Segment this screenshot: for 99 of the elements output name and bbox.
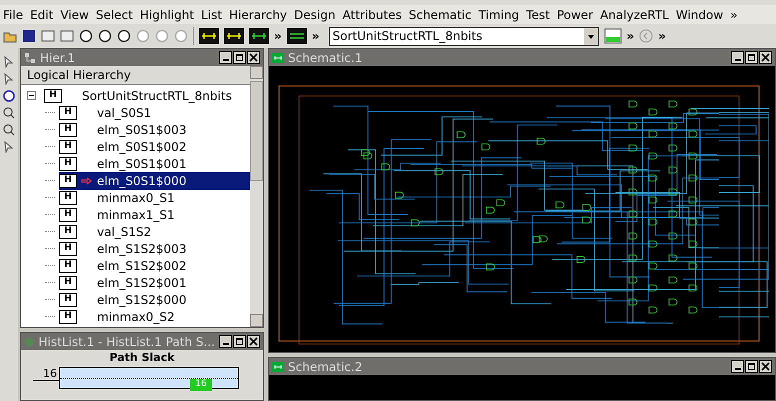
menu-item[interactable]: Window	[676, 6, 724, 24]
maximize-button[interactable]	[745, 360, 758, 373]
hierarchy-badge: H	[59, 310, 77, 324]
chart-icon[interactable]	[604, 28, 622, 44]
tree-item-label: elm_S0S1$003	[97, 122, 186, 138]
scrollbar[interactable]	[250, 66, 263, 327]
hierarchy-badge: H	[44, 88, 62, 102]
minimize-button[interactable]	[219, 51, 232, 64]
tree-item[interactable]: H elm_S1S2$000	[59, 290, 250, 308]
hierarchy-badge: H	[59, 224, 77, 238]
tree-item[interactable]: H minmax0_S2	[59, 308, 250, 325]
tree-item-label: elm_S0S1$002	[97, 138, 186, 156]
tree-item-label: elm_S0S1$000	[97, 172, 186, 190]
tree-item[interactable]: H elm_S0S1$003	[59, 120, 250, 138]
tree-item[interactable]: H elm_S1S2$001	[59, 274, 250, 292]
menu-item[interactable]: Highlight	[140, 6, 194, 24]
schematic-view-icon[interactable]	[249, 28, 269, 44]
save-icon[interactable]	[22, 29, 36, 43]
hierarchy-badge: H	[59, 208, 77, 222]
tree-item[interactable]: H elm_S0S1$000	[59, 172, 250, 190]
panel-title: HistList.1 - HistList.1 Path S...	[38, 334, 215, 350]
maximize-button[interactable]	[745, 51, 758, 64]
schematic-view-icon[interactable]	[286, 28, 307, 44]
hierarchy-badge: H	[59, 156, 77, 170]
menu-item[interactable]: »	[730, 6, 738, 24]
arrow-icon	[81, 176, 93, 184]
tree-item-label: elm_S0S1$001	[97, 156, 186, 172]
menu-item[interactable]: Select	[96, 6, 133, 24]
pointer-icon[interactable]	[3, 56, 15, 68]
minimize-button[interactable]	[731, 51, 744, 64]
tree-item-label: elm_S1S2$002	[97, 258, 186, 274]
chart-title: Path Slack	[109, 350, 175, 366]
menu-item[interactable]: File	[3, 6, 24, 24]
hierarchy-icon	[24, 52, 36, 64]
schematic-view-icon[interactable]	[199, 28, 219, 44]
close-button[interactable]	[247, 51, 260, 64]
collapse-toggle[interactable]	[27, 91, 36, 100]
tree-item[interactable]: H val_S1S2	[59, 222, 250, 240]
tree-item[interactable]: H elm_S0S1$002	[59, 138, 250, 156]
minimize-button[interactable]	[731, 360, 744, 373]
maximize-button[interactable]	[233, 335, 246, 348]
tree-item[interactable]: H SortUnitStructRTL_8nbits	[44, 86, 250, 104]
tree-item[interactable]: H elm_S1S2$003	[59, 240, 250, 258]
menu-item[interactable]: AnalyzeRTL	[600, 6, 669, 24]
menu-item[interactable]: List	[201, 6, 222, 24]
hierarchy-badge: H	[59, 258, 77, 272]
menu-item[interactable]: Power	[556, 6, 594, 24]
info-icon[interactable]	[3, 90, 15, 102]
tree-item-label: minmax0_S2	[97, 308, 175, 325]
menu-item[interactable]: View	[60, 6, 89, 24]
overflow-button[interactable]: »	[274, 27, 282, 45]
hierarchy-badge: H	[59, 140, 77, 154]
schematic-view-icon[interactable]	[224, 28, 244, 44]
hierarchy-badge: H	[59, 292, 77, 306]
histogram-bar: 16	[190, 378, 212, 390]
menu-item[interactable]: Design	[294, 6, 336, 24]
hierarchy-badge: H	[59, 242, 77, 256]
maximize-button[interactable]	[233, 51, 246, 64]
overflow-button[interactable]: »	[312, 27, 320, 45]
tree-item-label: val_S1S2	[97, 224, 152, 240]
tree-item-label: minmax1_S1	[97, 206, 175, 224]
histogram-icon	[24, 336, 34, 348]
close-button[interactable]	[247, 335, 260, 348]
overflow-button[interactable]: »	[658, 27, 666, 45]
tree-item-label: minmax0_S1	[97, 190, 175, 206]
close-button[interactable]	[759, 51, 772, 64]
tree-item[interactable]: H minmax1_S1	[59, 206, 250, 224]
tree-item[interactable]: H elm_S1S2$002	[59, 256, 250, 274]
zoom-in-icon[interactable]	[3, 107, 15, 119]
tree-item-label: val_S0S1	[97, 104, 152, 122]
zoom-out-icon[interactable]	[3, 124, 15, 136]
tree-item-label: elm_S1S2$003	[97, 240, 186, 258]
hierarchy-badge: H	[59, 190, 77, 204]
menu-item[interactable]: Attributes	[342, 6, 402, 24]
schematic-icon	[272, 52, 284, 62]
tree-item[interactable]: H minmax0_S1	[59, 188, 250, 206]
panel-title: Hier.1	[40, 50, 76, 66]
hierarchy-badge: H	[59, 174, 77, 188]
panel-title: Schematic.1	[288, 50, 364, 66]
tree-item[interactable]: H elm_S0S1$001	[59, 154, 250, 172]
column-header: Logical Hierarchy	[21, 66, 250, 85]
tree-item-label: elm_S1S2$001	[97, 274, 186, 292]
hierarchy-badge: H	[59, 106, 77, 120]
overflow-button[interactable]: »	[626, 27, 634, 45]
tree-item[interactable]: H val_S0S1	[59, 104, 250, 122]
minimize-button[interactable]	[219, 335, 232, 348]
hierarchy-badge: H	[59, 276, 77, 290]
schematic-icon	[272, 362, 284, 372]
menu-item[interactable]: Timing	[478, 6, 520, 24]
menu-item[interactable]: Schematic	[408, 6, 472, 24]
panel-title: Schematic.2	[288, 358, 364, 376]
menu-item[interactable]: Hierarchy	[229, 6, 288, 24]
tree-item-label: SortUnitStructRTL_8nbits	[82, 88, 232, 104]
menu-item[interactable]: Test	[526, 6, 550, 24]
tree-item-label: elm_S1S2$000	[97, 292, 186, 308]
hierarchy-badge: H	[59, 122, 77, 136]
menu-item[interactable]: Edit	[30, 6, 54, 24]
design-dropdown[interactable]: SortUnitStructRTL_8nbits	[328, 26, 599, 46]
close-button[interactable]	[759, 360, 772, 373]
